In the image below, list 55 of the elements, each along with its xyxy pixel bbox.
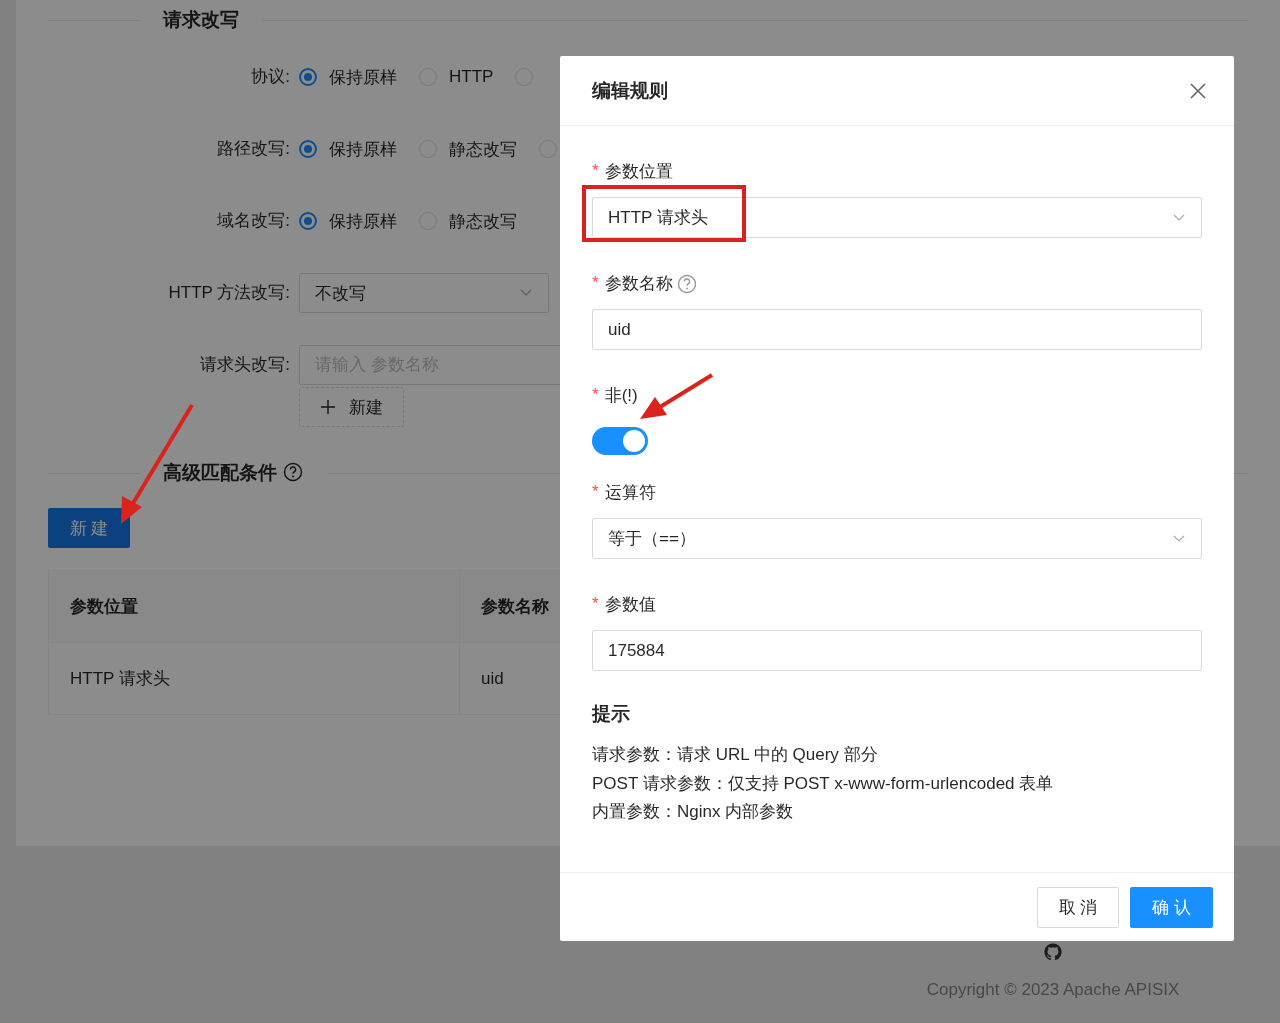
field-label: 参数值 — [604, 593, 656, 616]
form-label: 请求头改写: — [199, 354, 290, 376]
hint-title: 提示 — [592, 702, 631, 726]
method-select[interactable]: 不改写 — [299, 273, 549, 313]
new-button[interactable]: 新 建 — [48, 508, 130, 548]
section-title: 请求改写 — [163, 8, 239, 32]
required-mark: * — [592, 161, 599, 181]
hint-text: 请求参数：请求 URL 中的 Query 部分 — [592, 744, 879, 766]
form-label: 域名改写: — [216, 210, 290, 232]
input-field[interactable]: 175884 — [592, 630, 1202, 671]
radio-label[interactable]: HTTP — [449, 67, 494, 87]
form-label: HTTP 方法改写: — [167, 282, 290, 304]
select-value: 等于（==） — [608, 528, 696, 550]
radio-label[interactable]: 保持原样 — [329, 209, 397, 233]
toggle-switch[interactable] — [592, 427, 648, 455]
form-label: 路径改写: — [216, 138, 290, 160]
table-cell-text: uid — [480, 667, 505, 690]
table-cell: HTTP 请求头 — [49, 643, 460, 714]
github-icon — [1043, 943, 1063, 962]
hint-text: 内置参数：Nginx 内部参数 — [592, 801, 795, 823]
required-mark: * — [592, 594, 599, 614]
radio-label[interactable]: 保持原样 — [329, 65, 397, 89]
form-label: 协议: — [250, 66, 290, 88]
radio-button[interactable] — [299, 212, 317, 230]
hint-text: POST 请求参数：仅支持 POST x-www-form-urlencoded 表单 — [592, 772, 1055, 795]
field-label: 参数位置 — [604, 160, 673, 183]
field-label: 非(!) — [604, 384, 638, 407]
close-icon — [1190, 82, 1206, 99]
caret-icon — [1173, 213, 1186, 222]
dropdown-field[interactable]: HTTP 请求头 — [592, 197, 1202, 238]
radio-label[interactable]: 静态改写 — [449, 209, 517, 233]
select-value: HTTP 请求头 — [608, 207, 708, 229]
radio-label[interactable]: 静态改写 — [449, 137, 517, 161]
section-title: 高级匹配条件 — [163, 461, 277, 485]
select-value: 不改写 — [315, 282, 366, 305]
radio-label[interactable]: 保持原样 — [329, 137, 397, 161]
radio-button[interactable] — [299, 140, 317, 158]
dialog-title: 编辑规则 — [592, 78, 668, 103]
field-label: 运算符 — [604, 481, 656, 504]
required-mark: * — [592, 385, 599, 405]
field-label: 参数名称 — [604, 272, 673, 295]
add-button[interactable]: 新建 — [299, 387, 404, 427]
required-mark: * — [592, 273, 599, 293]
column-header: 参数位置 — [49, 571, 460, 642]
caret-icon — [1173, 534, 1186, 543]
required-mark: * — [592, 482, 599, 502]
radio-button[interactable] — [299, 68, 317, 86]
dropdown-field[interactable]: 等于（==） — [592, 518, 1202, 559]
plus-icon — [320, 400, 335, 414]
caret-icon — [520, 289, 533, 297]
input-field[interactable]: uid — [592, 309, 1202, 350]
copyright-text: Copyright © 2023 Apache APISIX — [926, 980, 1180, 1000]
confirm-button[interactable]: 确 认 — [1130, 886, 1213, 928]
help-icon — [283, 462, 305, 484]
cancel-button[interactable]: 取 消 — [1037, 886, 1119, 928]
